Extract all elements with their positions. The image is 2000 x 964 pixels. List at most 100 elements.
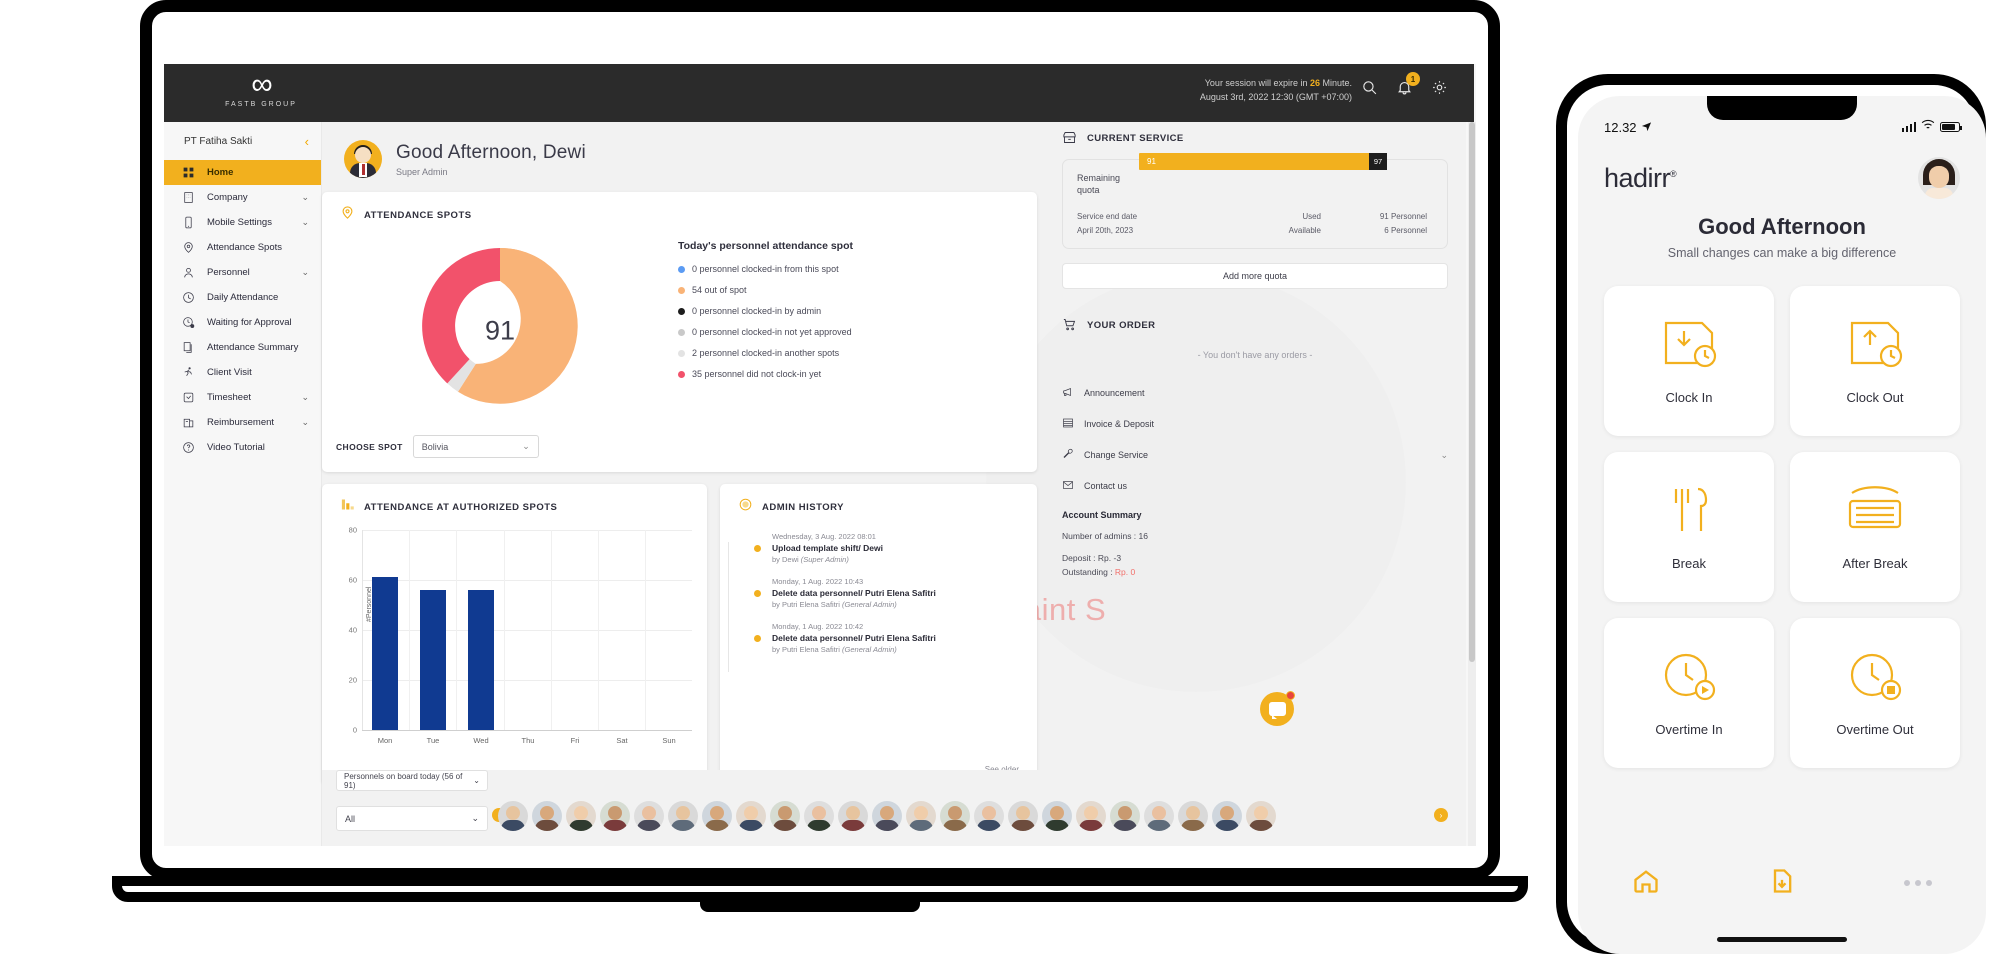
legend-item: 35 personnel did not clock-in yet — [678, 369, 1008, 379]
timeline-dot-icon — [754, 545, 761, 552]
personnel-avatar[interactable] — [1178, 801, 1208, 831]
personnel-avatar[interactable] — [498, 801, 528, 831]
personnel-avatar[interactable] — [1042, 801, 1072, 831]
deposit-value: Deposit : Rp. -3 — [1062, 553, 1448, 563]
sidebar-item-client-visit[interactable]: Client Visit — [164, 360, 321, 385]
personnel-avatar[interactable] — [1076, 801, 1106, 831]
y-tick: 40 — [349, 626, 362, 635]
personnel-avatar[interactable] — [566, 801, 596, 831]
personnel-avatar[interactable] — [838, 801, 868, 831]
y-tick: 60 — [349, 576, 362, 585]
donut-center-value: 91 — [485, 316, 515, 347]
personnel-filter-select[interactable]: All ⌄ — [336, 806, 488, 831]
chevron-down-icon[interactable]: ⌄ — [1440, 450, 1448, 461]
chevron-down-icon[interactable]: ⌄ — [301, 192, 309, 203]
sidebar-item-attendance-summary[interactable]: Attendance Summary — [164, 335, 321, 360]
sidebar-item-waiting-for-approval[interactable]: Waiting for Approval — [164, 310, 321, 335]
contact-us-link[interactable]: Contact us — [1062, 479, 1448, 493]
gear-icon[interactable] — [1431, 79, 1448, 101]
search-icon[interactable] — [1361, 79, 1378, 101]
chevron-left-icon[interactable]: ‹ — [305, 135, 309, 148]
right-panel: CURRENT SERVICE Remaining quota 91 97 Se… — [1044, 130, 1466, 790]
personnel-avatar[interactable] — [1008, 801, 1038, 831]
invoice-deposit-link[interactable]: Invoice & Deposit — [1062, 417, 1448, 431]
sidebar-item-home[interactable]: Home — [164, 160, 321, 185]
clock-out-tile[interactable]: Clock Out — [1790, 286, 1960, 436]
personnel-avatar[interactable] — [974, 801, 1004, 831]
bell-icon[interactable]: 1 — [1396, 79, 1413, 101]
laptop-base-notch — [700, 900, 920, 912]
available-value: 6 Personnel — [1321, 224, 1427, 238]
bar-wed[interactable] — [468, 590, 494, 730]
quota-box: Remaining quota 91 97 Service end date A… — [1062, 159, 1448, 249]
list-item[interactable]: Monday, 1 Aug. 2022 10:42 Delete data pe… — [750, 622, 1020, 654]
bar-tue[interactable] — [420, 590, 446, 730]
grid-icon — [182, 166, 195, 179]
sidebar-item-personnel[interactable]: Personnel ⌄ — [164, 260, 321, 285]
chat-bubble-icon[interactable] — [1260, 692, 1294, 726]
personnel-avatar[interactable] — [668, 801, 698, 831]
legend-item: 2 personnel clocked-in another spots — [678, 348, 1008, 358]
bar-mon[interactable] — [372, 577, 398, 730]
card-header: ATTENDANCE SPOTS — [322, 192, 1037, 225]
server-datetime: August 3rd, 2022 12:30 (GMT +07:00) — [1200, 90, 1352, 104]
chevron-down-icon[interactable]: ⌄ — [301, 217, 309, 228]
overtime-out-tile[interactable]: Overtime Out — [1790, 618, 1960, 768]
change-service-link[interactable]: Change Service ⌄ — [1062, 448, 1448, 462]
question-circle-icon — [182, 441, 195, 454]
used-available-values: 91 Personnel 6 Personnel — [1321, 210, 1427, 238]
announcement-link[interactable]: Announcement — [1062, 386, 1448, 400]
account-summary-title: Account Summary — [1062, 510, 1448, 520]
personnel-avatar[interactable] — [770, 801, 800, 831]
personnel-avatar[interactable] — [702, 801, 732, 831]
personnel-avatar[interactable] — [1144, 801, 1174, 831]
personnel-avatar[interactable] — [634, 801, 664, 831]
add-more-quota-button[interactable]: Add more quota — [1062, 263, 1448, 289]
personnel-avatar[interactable] — [532, 801, 562, 831]
onboard-today-select[interactable]: Personnels on board today (56 of 91) ⌄ — [336, 770, 488, 791]
break-tile[interactable]: Break — [1604, 452, 1774, 602]
chevron-down-icon[interactable]: ⌄ — [301, 267, 309, 278]
personnel-avatar[interactable] — [804, 801, 834, 831]
personnel-avatar[interactable] — [872, 801, 902, 831]
sidebar-item-reimbursement[interactable]: Reimbursement ⌄ — [164, 410, 321, 435]
sidebar-item-attendance-spots[interactable]: Attendance Spots — [164, 235, 321, 260]
sidebar-item-daily-attendance[interactable]: Daily Attendance — [164, 285, 321, 310]
personnel-avatar[interactable] — [1212, 801, 1242, 831]
sidebar-item-label: Timesheet — [207, 392, 289, 403]
avatar[interactable] — [1918, 157, 1960, 199]
chevron-down-icon[interactable]: ⌄ — [301, 392, 309, 403]
choose-spot-select[interactable]: Bolivia ⌄ — [413, 435, 539, 458]
personnel-avatar[interactable] — [1110, 801, 1140, 831]
sidebar-item-mobile-settings[interactable]: Mobile Settings ⌄ — [164, 210, 321, 235]
after-break-tile[interactable]: After Break — [1790, 452, 1960, 602]
sidebar-item-timesheet[interactable]: Timesheet ⌄ — [164, 385, 321, 410]
clock-in-tile[interactable]: Clock In — [1604, 286, 1774, 436]
personnel-avatar[interactable] — [600, 801, 630, 831]
card-header: ATTENDANCE AT AUTHORIZED SPOTS — [322, 484, 707, 517]
home-icon[interactable] — [1632, 867, 1660, 900]
scrollbar-thumb[interactable] — [1469, 122, 1475, 662]
overtime-in-tile[interactable]: Overtime In — [1604, 618, 1774, 768]
more-dots-icon[interactable] — [1904, 880, 1932, 886]
personnel-avatar[interactable] — [940, 801, 970, 831]
personnel-avatar[interactable] — [1246, 801, 1276, 831]
personnel-avatar[interactable] — [736, 801, 766, 831]
status-time: 12.32 — [1604, 120, 1652, 135]
used-value: 91 Personnel — [1321, 210, 1427, 224]
chevron-down-icon[interactable]: ⌄ — [301, 417, 309, 428]
personnel-avatar-rail[interactable] — [498, 798, 1448, 834]
list-item[interactable]: Monday, 1 Aug. 2022 10:43 Delete data pe… — [750, 577, 1020, 609]
phone-screen: 12.32 hadirr® Good Afterno — [1578, 96, 1986, 954]
list-item[interactable]: Wednesday, 3 Aug. 2022 08:01 Upload temp… — [750, 532, 1020, 564]
personnel-avatar[interactable] — [906, 801, 936, 831]
sidebar-item-company[interactable]: Company ⌄ — [164, 185, 321, 210]
attendance-authorized-spots-card: ATTENDANCE AT AUTHORIZED SPOTS #Personne… — [322, 484, 707, 784]
user-role: Super Admin — [396, 167, 586, 177]
sidebar-item-video-tutorial[interactable]: Video Tutorial — [164, 435, 321, 460]
vertical-scrollbar[interactable] — [1468, 122, 1476, 846]
tile-label: Overtime In — [1655, 722, 1722, 737]
document-download-icon[interactable] — [1768, 867, 1796, 900]
admin-history-list: Wednesday, 3 Aug. 2022 08:01 Upload temp… — [750, 532, 1020, 667]
check-box-icon — [182, 391, 195, 404]
